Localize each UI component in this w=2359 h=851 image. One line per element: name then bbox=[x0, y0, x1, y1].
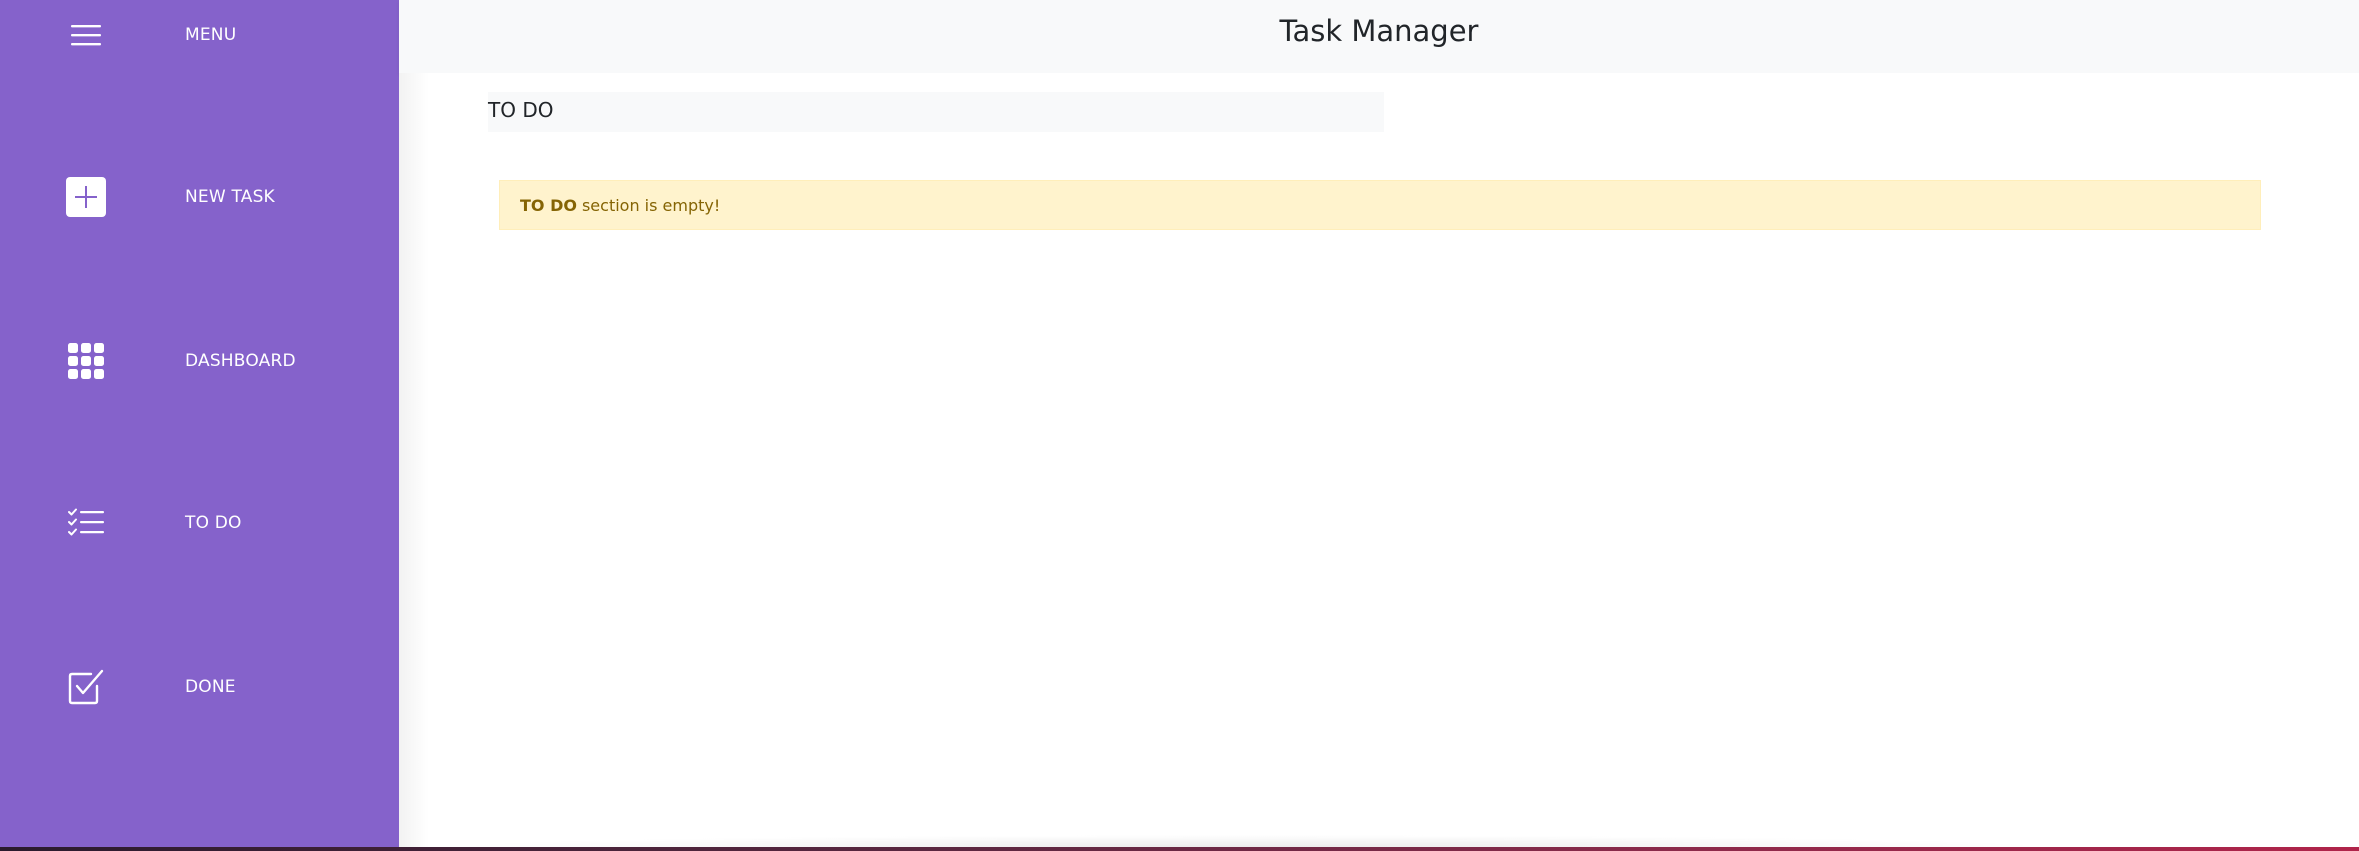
page-title: Task Manager bbox=[1279, 14, 1479, 48]
sidebar-item-new-task[interactable]: NEW TASK bbox=[0, 162, 399, 232]
sidebar: MENU NEW TASK DASHBOARD TO DO DONE bbox=[0, 0, 399, 847]
sidebar-item-dashboard[interactable]: DASHBOARD bbox=[0, 326, 399, 396]
section-heading: TO DO bbox=[488, 92, 1384, 132]
app-window: MENU NEW TASK DASHBOARD TO DO DONE Task … bbox=[0, 0, 2359, 851]
alert-text: section is empty! bbox=[581, 195, 721, 215]
hamburger-menu-icon[interactable] bbox=[66, 15, 106, 55]
sidebar-item-to-do[interactable]: TO DO bbox=[0, 488, 399, 558]
sidebar-item-label: TO DO bbox=[185, 513, 242, 533]
sidebar-item-label: DASHBOARD bbox=[185, 351, 296, 371]
sidebar-item-label: NEW TASK bbox=[185, 187, 275, 207]
top-navbar: Task Manager bbox=[399, 0, 2359, 73]
plus-square-icon bbox=[66, 177, 106, 217]
checklist-icon bbox=[66, 503, 106, 543]
desktop-bottom-edge bbox=[0, 847, 2359, 851]
menu-label: MENU bbox=[185, 25, 237, 45]
menu-toggle[interactable]: MENU bbox=[0, 0, 399, 70]
sidebar-item-label: DONE bbox=[185, 677, 236, 697]
grid-icon bbox=[66, 341, 106, 381]
sidebar-item-done[interactable]: DONE bbox=[0, 652, 399, 722]
section-title: TO DO bbox=[488, 98, 554, 122]
empty-section-alert: TO DO section is empty! bbox=[499, 180, 2261, 230]
check-square-icon bbox=[66, 667, 106, 707]
alert-strong-text: TO DO bbox=[520, 195, 577, 215]
